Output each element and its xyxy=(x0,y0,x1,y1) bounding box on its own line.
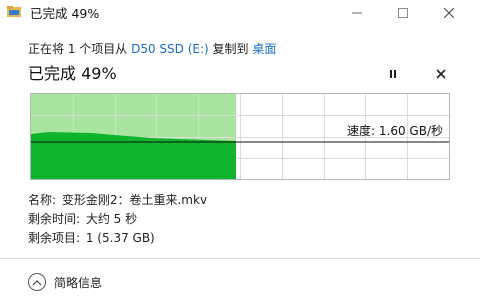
items-remaining-value: 1 (5.37 GB) xyxy=(85,231,155,245)
close-icon xyxy=(444,8,454,18)
folder-copy-icon xyxy=(7,6,21,17)
cancel-button[interactable] xyxy=(433,66,449,82)
fewer-details-label: 简略信息 xyxy=(54,275,103,290)
file-name-row: 名称: 变形金刚2：卷土重来.mkv xyxy=(28,191,207,208)
cancel-icon xyxy=(436,69,446,79)
copy-description: 正在将 1 个项目从 D50 SSD (E:) 复制到 桌面 xyxy=(28,40,276,57)
minimize-button[interactable] xyxy=(334,0,380,26)
pause-button[interactable] xyxy=(385,66,401,82)
time-remaining-row: 剩余时间: 大约 5 秒 xyxy=(28,210,137,227)
progress-title: 已完成 49% xyxy=(28,64,117,83)
divider xyxy=(0,258,480,259)
time-remaining-label: 剩余时间: xyxy=(28,212,84,226)
items-remaining-row: 剩余项目: 1 (5.37 GB) xyxy=(28,229,155,246)
minimize-icon xyxy=(352,12,362,14)
close-button[interactable] xyxy=(426,0,472,26)
chevron-up-icon xyxy=(28,273,46,291)
file-name-label: 名称: xyxy=(28,193,60,207)
speed-label: 速度: 1.60 GB/秒 xyxy=(347,124,443,138)
maximize-button[interactable] xyxy=(380,0,426,26)
maximize-icon xyxy=(398,8,408,18)
source-link[interactable]: D50 SSD (E:) xyxy=(131,42,209,56)
pause-icon xyxy=(390,70,396,78)
copy-middle: 复制到 xyxy=(208,42,253,56)
window-title: 已完成 49% xyxy=(30,6,100,21)
fewer-details-toggle[interactable]: 简略信息 xyxy=(28,272,102,292)
title-bar: 已完成 49% xyxy=(0,0,480,26)
destination-link[interactable]: 桌面 xyxy=(252,42,276,56)
copy-prefix: 正在将 1 个项目从 xyxy=(28,42,132,56)
file-name-value: 变形金刚2：卷土重来.mkv xyxy=(61,193,208,207)
items-remaining-label: 剩余项目: xyxy=(28,231,84,245)
time-remaining-value: 大约 5 秒 xyxy=(85,212,138,226)
transfer-speed-graph: 速度: 1.60 GB/秒 xyxy=(30,93,450,180)
